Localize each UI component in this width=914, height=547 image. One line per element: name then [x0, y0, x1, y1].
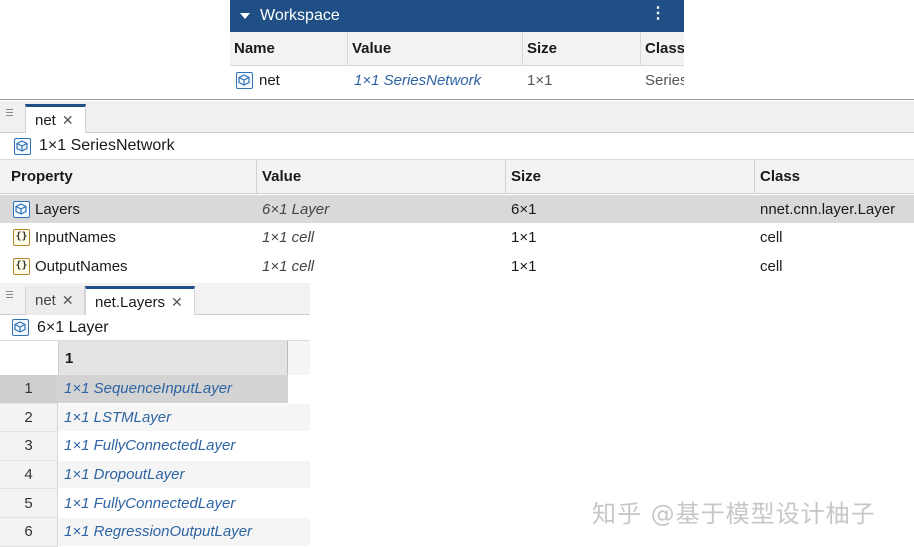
- grid-corner: [0, 341, 58, 375]
- collapse-triangle-icon[interactable]: [240, 13, 250, 19]
- layer-row[interactable]: 2 1×1 LSTMLayer: [0, 403, 310, 433]
- object-cube-icon: [12, 319, 29, 336]
- drag-grip-icon[interactable]: [6, 109, 14, 118]
- close-tab-icon[interactable]: ✕: [171, 294, 183, 311]
- property-row[interactable]: {} InputNames 1×1 cell 1×1 cell: [0, 223, 914, 251]
- variable-summary: 6×1 Layer: [37, 318, 109, 336]
- layer-row[interactable]: 3 1×1 FullyConnectedLayer: [0, 432, 310, 461]
- row-index[interactable]: 4: [0, 460, 58, 490]
- tab-net-layers[interactable]: net.Layers ✕: [85, 286, 195, 315]
- layers-editor-subtitle: 6×1 Layer: [0, 315, 310, 341]
- property-class: cell: [760, 257, 783, 275]
- column-header-value[interactable]: Value: [257, 160, 506, 193]
- workspace-title-bar[interactable]: Workspace ⋮: [230, 0, 684, 32]
- row-index[interactable]: 3: [0, 432, 58, 461]
- property-class: nnet.cnn.layer.Layer: [760, 200, 896, 218]
- cell-brace-icon: {}: [13, 228, 30, 246]
- object-cube-icon: [13, 200, 30, 218]
- workspace-variable-row[interactable]: net 1×1 SeriesNetwork 1×1 Series: [230, 66, 684, 95]
- property-name: OutputNames: [35, 257, 128, 275]
- variable-summary: 1×1 SeriesNetwork: [39, 137, 175, 154]
- column-header-size[interactable]: Size: [506, 160, 755, 193]
- row-index[interactable]: 2: [0, 403, 58, 433]
- layers-editor-tabbar: net ✕ net.Layers ✕: [0, 283, 310, 315]
- object-cube-icon: [14, 137, 31, 155]
- property-row[interactable]: {} OutputNames 1×1 cell 1×1 cell: [0, 252, 914, 280]
- variable-class: Series: [645, 72, 684, 89]
- row-index[interactable]: 6: [0, 518, 58, 547]
- panel-divider[interactable]: [0, 99, 914, 100]
- tab-label: net: [35, 111, 56, 129]
- column-header-name[interactable]: Name: [230, 32, 348, 65]
- layer-row[interactable]: 4 1×1 DropoutLayer: [0, 460, 310, 490]
- tab-label: net.Layers: [95, 293, 166, 311]
- variable-name: net: [259, 72, 280, 89]
- layer-cell[interactable]: 1×1 FullyConnectedLayer: [58, 489, 310, 518]
- layer-row[interactable]: 6 1×1 RegressionOutputLayer: [0, 518, 310, 547]
- close-tab-icon[interactable]: ✕: [62, 112, 74, 129]
- variable-size: 1×1: [527, 72, 553, 89]
- tab-net[interactable]: net ✕: [25, 286, 85, 315]
- row-index[interactable]: 5: [0, 489, 58, 518]
- property-header-row: Property Value Size Class: [0, 160, 914, 194]
- property-value[interactable]: 1×1 cell: [257, 223, 506, 251]
- drag-grip-icon[interactable]: [6, 291, 14, 300]
- net-editor-subtitle: 1×1 SeriesNetwork: [0, 133, 914, 160]
- kebab-menu-icon[interactable]: ⋮: [650, 5, 666, 23]
- object-cube-icon: [236, 72, 253, 89]
- column-header-1[interactable]: 1: [58, 341, 288, 375]
- column-header-class[interactable]: Class: [755, 160, 914, 193]
- workspace-title: Workspace: [260, 7, 340, 24]
- property-class: cell: [760, 228, 783, 246]
- property-value[interactable]: 6×1 Layer: [257, 195, 506, 223]
- layer-row[interactable]: 1 1×1 SequenceInputLayer: [0, 375, 310, 404]
- layer-cell[interactable]: 1×1 FullyConnectedLayer: [58, 432, 310, 461]
- property-row[interactable]: Layers 6×1 Layer 6×1 nnet.cnn.layer.Laye…: [0, 195, 914, 223]
- column-header-size[interactable]: Size: [523, 32, 641, 65]
- property-name: InputNames: [35, 228, 116, 246]
- watermark-text: 知乎 @基于模型设计柚子: [592, 500, 876, 528]
- property-size: 1×1: [511, 257, 537, 275]
- row-index[interactable]: 1: [0, 375, 58, 404]
- layers-grid-header: 1: [0, 341, 310, 375]
- cell-brace-icon: {}: [13, 257, 30, 275]
- column-header-value[interactable]: Value: [348, 32, 523, 65]
- property-value[interactable]: 1×1 cell: [257, 252, 506, 280]
- close-tab-icon[interactable]: ✕: [62, 292, 74, 309]
- column-header-property[interactable]: Property: [6, 160, 257, 193]
- property-size: 1×1: [511, 228, 537, 246]
- column-header-empty: [288, 341, 310, 375]
- tab-net[interactable]: net ✕: [25, 104, 86, 133]
- layer-row[interactable]: 5 1×1 FullyConnectedLayer: [0, 489, 310, 518]
- layer-cell[interactable]: 1×1 RegressionOutputLayer: [58, 518, 310, 547]
- variable-value-link[interactable]: 1×1 SeriesNetwork: [348, 66, 523, 95]
- layer-cell[interactable]: 1×1 LSTMLayer: [58, 403, 310, 433]
- tab-label: net: [35, 292, 56, 309]
- layer-cell[interactable]: 1×1 SequenceInputLayer: [58, 375, 288, 404]
- workspace-header-row: Name Value Size Class: [230, 32, 684, 66]
- net-editor-tabbar: net ✕: [0, 101, 914, 133]
- workspace-panel: Workspace ⋮ Name Value Size Class net 1×…: [230, 0, 684, 97]
- property-size: 6×1: [511, 200, 537, 218]
- layer-cell[interactable]: 1×1 DropoutLayer: [58, 460, 310, 490]
- column-header-class[interactable]: Class: [641, 32, 684, 65]
- property-name: Layers: [35, 200, 81, 218]
